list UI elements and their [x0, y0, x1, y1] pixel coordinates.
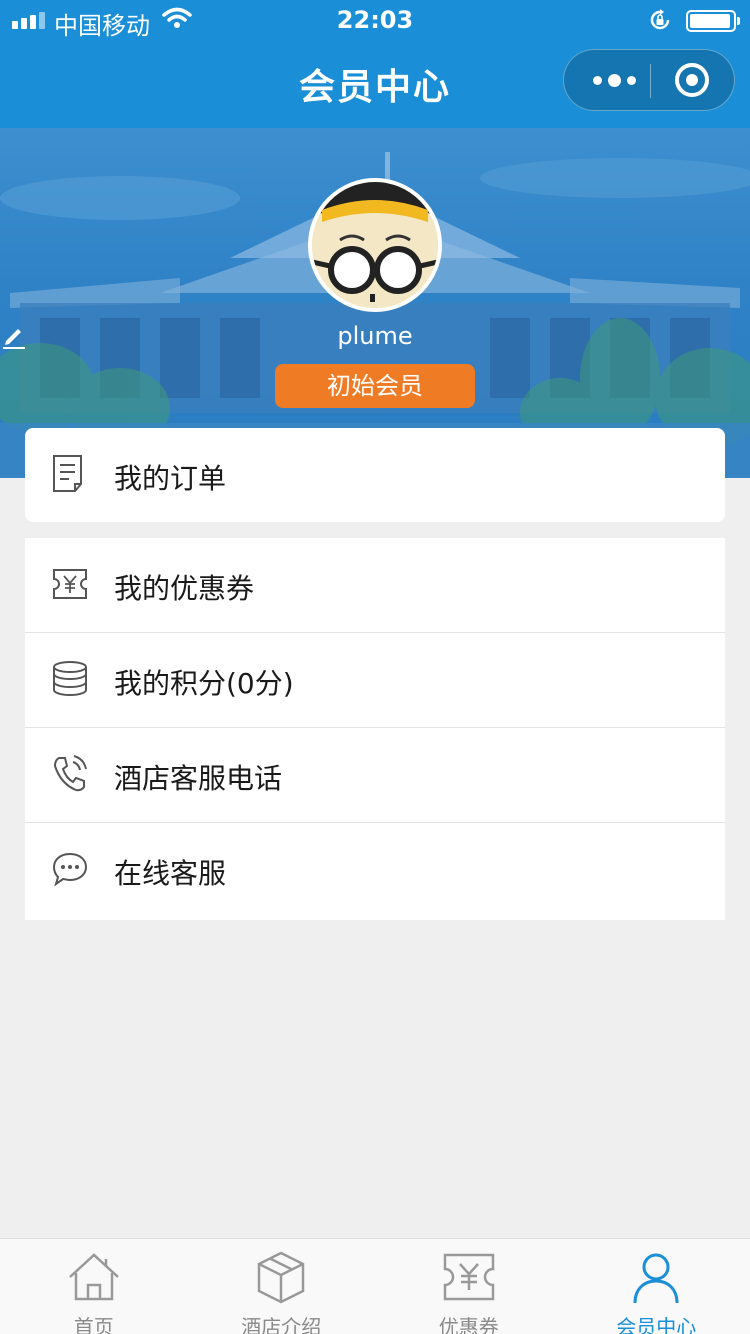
mini-program-capsule	[563, 49, 735, 111]
battery-icon	[686, 10, 740, 32]
profile-hero: plume 初始会员	[0, 128, 750, 478]
menu-item-orders[interactable]: 我的订单	[25, 428, 725, 522]
menu-label-points: 我的积分(0分)	[114, 667, 294, 700]
orders-card: 我的订单	[25, 428, 725, 522]
bottom-tab-bar: 首页 酒店介绍 优惠券 会员中心	[0, 1238, 750, 1334]
member-level-badge[interactable]: 初始会员	[275, 364, 475, 408]
tab-label-coupons: 优惠券	[438, 1315, 499, 1334]
edit-pencil-icon[interactable]	[0, 322, 28, 350]
tab-hotel-intro[interactable]: 酒店介绍	[188, 1239, 376, 1334]
avatar[interactable]	[308, 178, 442, 312]
menu-label-coupons: 我的优惠券	[114, 572, 255, 605]
phone-icon	[53, 755, 87, 792]
close-target-icon[interactable]	[675, 63, 709, 97]
menu-item-online-service[interactable]: 在线客服	[25, 823, 725, 918]
top-bar: 中国移动 22:03 会员中心	[0, 0, 750, 128]
tab-member-center[interactable]: 会员中心	[563, 1239, 750, 1334]
tab-label-member-center: 会员中心	[616, 1315, 697, 1334]
rotation-lock-icon	[650, 9, 670, 30]
menu-label-online-service: 在线客服	[114, 857, 227, 890]
menu-label-orders: 我的订单	[114, 462, 227, 495]
tab-home[interactable]: 首页	[0, 1239, 188, 1334]
box-icon	[258, 1251, 305, 1304]
avatar-image	[312, 182, 438, 308]
chat-icon	[52, 852, 88, 887]
home-icon	[68, 1253, 119, 1301]
status-time: 22:03	[336, 6, 414, 34]
menu-label-hotline: 酒店客服电话	[114, 762, 283, 795]
document-icon	[53, 455, 82, 492]
tab-coupons[interactable]: 优惠券	[375, 1239, 563, 1334]
username: plume	[337, 322, 413, 350]
tab-label-home: 首页	[73, 1315, 114, 1334]
capsule-divider	[650, 64, 651, 98]
status-bar: 中国移动 22:03	[0, 0, 750, 40]
user-icon	[633, 1253, 679, 1304]
menu-list-card: 我的优惠券 我的积分(0分) 酒店客服电话 在线客服	[25, 538, 725, 920]
coupon-icon	[443, 1253, 494, 1301]
coins-icon	[53, 661, 87, 696]
tab-label-hotel-intro: 酒店介绍	[241, 1315, 322, 1334]
menu-item-coupons[interactable]: 我的优惠券	[25, 538, 725, 633]
menu-item-hotline[interactable]: 酒店客服电话	[25, 728, 725, 823]
more-icon[interactable]	[582, 50, 646, 110]
coupon-icon	[53, 569, 87, 599]
menu-item-points[interactable]: 我的积分(0分)	[25, 633, 725, 728]
